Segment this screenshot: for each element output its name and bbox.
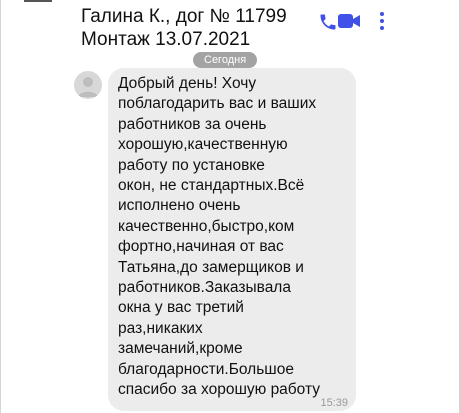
phone-icon[interactable] (318, 12, 338, 32)
message-line: Добрый день! Хочу (118, 75, 257, 92)
message-line: благодарности.Большое (118, 360, 294, 378)
more-vertical-icon[interactable] (378, 10, 386, 32)
contact-title[interactable]: Галина К., дог № 11799 Монтаж 13.07.2021 (81, 5, 287, 51)
message-line: поблагодарить вас и ваших (118, 95, 317, 113)
message-line: работников за очень (118, 115, 267, 133)
message-timestamp: 15:39 (320, 397, 348, 409)
message-line: фортно,начиная от вас (118, 238, 284, 256)
video-call-icon[interactable] (336, 11, 362, 31)
message-line: работников.Заказывала (118, 279, 291, 297)
message-line: спасибо за хорошую работу (118, 381, 320, 399)
contact-subtitle: Монтаж 13.07.2021 (81, 29, 251, 50)
contact-name: Галина К., дог № 11799 (81, 6, 287, 27)
screen-edge-left (0, 0, 1, 413)
message-line: качественно,быстро,ком (118, 217, 295, 235)
message-line: работу по установке (118, 156, 265, 174)
message-line: Татьяна,до замерщиков и (118, 258, 304, 276)
message-bubble[interactable]: Добрый день! Хочу поблагодарить вас и ва… (108, 68, 356, 411)
sender-avatar-icon[interactable] (74, 71, 102, 99)
message-line: раз,никаких (118, 319, 203, 337)
message-line: замечаний,кроме (118, 340, 243, 358)
date-separator: Сегодня (193, 52, 258, 68)
message-line: окна у вас третий (118, 299, 244, 317)
message-line: исполнено очень (118, 197, 241, 215)
message-text: Добрый день! Хочу поблагодарить вас и ва… (118, 74, 354, 401)
message-line: хорошую,качественную (118, 136, 288, 154)
back-area-strip (24, 0, 52, 2)
message-line: окон, не стандартных.Всё (118, 177, 305, 195)
